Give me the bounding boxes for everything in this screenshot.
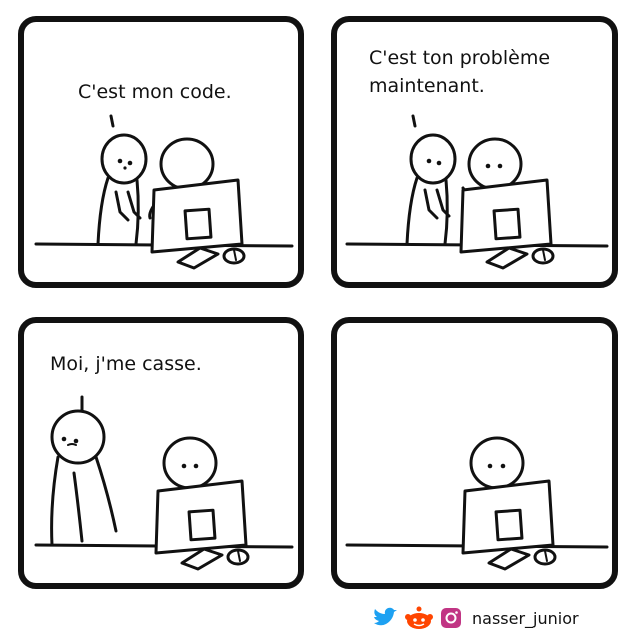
leaving-person-front [94,455,118,533]
speech-tick [411,114,417,128]
standing-person-head [409,133,457,185]
leaving-person-back [50,455,60,547]
instagram-icon[interactable] [440,607,462,629]
comic-panel-3: Moi, j'me casse. [18,317,304,589]
monitor [150,178,244,254]
standing-person-front [134,178,140,246]
seated-person-head [469,436,525,490]
standing-person-head [100,133,148,185]
reddit-icon[interactable] [404,606,434,630]
speech-tick [109,114,115,128]
twitter-icon[interactable] [372,607,398,629]
panel-1-drawing [34,114,294,270]
comic-panel-4 [331,317,618,589]
author-handle[interactable]: nasser_junior [472,609,579,628]
monitor [461,479,555,555]
monitor [459,178,553,254]
seated-person-head [162,436,218,490]
speech-text: C'est ton problème maintenant. [369,47,551,97]
seated-person-head [159,137,215,191]
comic-panel-1: C'est mon code. [18,16,304,288]
credits-bar: nasser_junior [372,603,579,633]
panel-4-drawing [345,436,609,571]
standing-person-back [96,176,110,246]
comic-panel-2: C'est ton problème maintenant. [331,16,618,288]
monitor [154,479,248,555]
leaving-person-head [50,409,106,465]
seated-person-head [467,137,523,191]
speech-text: Moi, j'me casse. [50,353,202,375]
speech-text: C'est mon code. [78,81,232,103]
standing-person-arm [114,190,130,222]
